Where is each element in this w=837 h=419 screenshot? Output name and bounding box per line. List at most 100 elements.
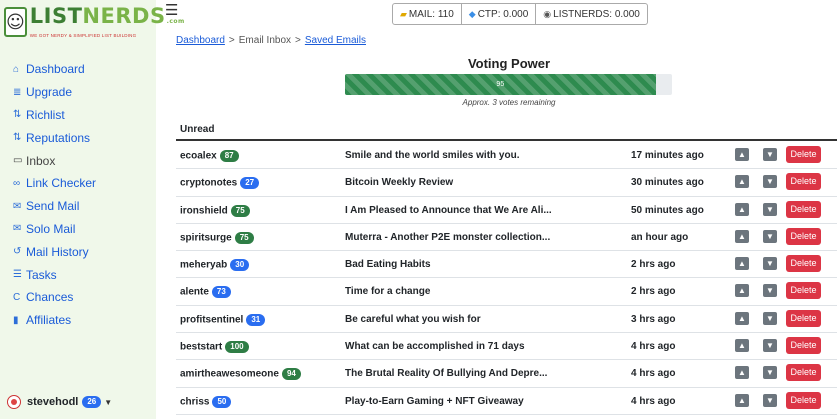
table-header: Unread: [176, 119, 837, 141]
downvote-arrow-icon[interactable]: ▼: [763, 175, 777, 189]
delete-button[interactable]: Delete: [786, 391, 821, 409]
email-subject[interactable]: Bitcoin Weekly Review: [345, 177, 453, 188]
sidebar-item-chances[interactable]: C Chances: [13, 286, 96, 309]
downvote-arrow-icon[interactable]: ▼: [763, 311, 777, 325]
sender-badge: 27: [240, 177, 260, 190]
email-time: 4 hrs ago: [631, 368, 676, 380]
envelope-icon: ✉: [13, 200, 22, 212]
upvote-arrow-icon[interactable]: ▲: [735, 229, 749, 243]
upvote-arrow-icon[interactable]: ▲: [735, 257, 749, 271]
downvote-arrow-icon[interactable]: ▼: [763, 148, 777, 161]
sidebar-item-link-checker[interactable]: ∞ Link Checker: [13, 172, 96, 195]
sidebar-item-affiliates[interactable]: ▮ Affiliates: [13, 309, 96, 332]
breadcrumb-dashboard[interactable]: Dashboard: [176, 35, 225, 46]
nerd-face-icon: ☺: [4, 7, 27, 37]
breadcrumb-current: Email Inbox: [238, 35, 292, 46]
sidebar-item-dashboard[interactable]: ⌂ Dashboard: [13, 58, 96, 81]
avatar: [7, 395, 21, 409]
sender-name: ecoalex: [180, 150, 217, 162]
table-row: cryptonotes 27 Bitcoin Weekly Review 30 min…: [176, 169, 837, 197]
inbox-icon: ▭: [13, 155, 23, 167]
sender-badge: 50: [212, 395, 232, 408]
upvote-arrow-icon[interactable]: ▲: [735, 393, 749, 407]
sidebar-item-label: Richlist: [26, 107, 65, 122]
sidebar-item-upgrade[interactable]: ≣ Upgrade: [13, 81, 96, 104]
delete-button[interactable]: Delete: [786, 309, 821, 327]
downvote-arrow-icon[interactable]: ▼: [763, 284, 777, 298]
sender-cell: meheryab 30: [180, 259, 250, 272]
downvote-arrow-icon[interactable]: ▼: [763, 229, 777, 243]
history-icon: ↺: [13, 246, 22, 258]
table-row: ecoalex 87 Smile and the world smiles with…: [176, 142, 837, 170]
upvote-arrow-icon[interactable]: ▲: [735, 339, 749, 353]
email-subject[interactable]: Be careful what you wish for: [345, 314, 481, 325]
sidebar-item-inbox[interactable]: ▭ Inbox: [13, 149, 96, 172]
email-subject[interactable]: Smile and the world smiles with you.: [345, 150, 519, 161]
delete-button[interactable]: Delete: [786, 227, 821, 245]
sidebar-item-send-mail[interactable]: ✉ Send Mail: [13, 195, 96, 218]
delete-button[interactable]: Delete: [786, 282, 821, 300]
upvote-arrow-icon[interactable]: ▲: [735, 284, 749, 298]
sender-badge: 100: [225, 341, 249, 354]
ctp-counter: ◆ CTP: 0.000: [462, 4, 537, 24]
email-time: 17 minutes ago: [631, 150, 704, 161]
sidebar-item-solo-mail[interactable]: ✉ Solo Mail: [13, 218, 96, 241]
sort-icon: ⇅: [13, 109, 22, 121]
sidebar-item-mail-history[interactable]: ↺ Mail History: [13, 240, 96, 263]
upvote-arrow-icon[interactable]: ▲: [735, 148, 749, 161]
breadcrumb-saved-emails[interactable]: Saved Emails: [305, 35, 366, 46]
email-subject[interactable]: Play-to-Earn Gaming + NFT Giveaway: [345, 396, 524, 407]
voting-power-note: Approx. 3 votes remaining: [462, 98, 556, 107]
envelope-icon: ✉: [13, 223, 22, 235]
email-subject[interactable]: Bad Eating Habits: [345, 259, 431, 270]
sender-name: spiritsurge: [180, 232, 232, 244]
downvote-arrow-icon[interactable]: ▼: [763, 393, 777, 407]
sidebar-item-label: Affiliates: [26, 313, 72, 328]
listnerds-coin-icon: ◉: [543, 9, 552, 19]
sidebar-item-richlist[interactable]: ⇅ Richlist: [13, 104, 96, 127]
sender-badge: 75: [230, 204, 250, 217]
layers-icon: ≣: [13, 86, 22, 98]
downvote-arrow-icon[interactable]: ▼: [763, 339, 777, 353]
sidebar-item-tasks[interactable]: ☰ Tasks: [13, 263, 96, 286]
signal-icon: ▮: [13, 314, 19, 326]
caret-down-icon[interactable]: ▼: [104, 398, 112, 407]
sender-cell: alente 73: [180, 286, 231, 299]
sender-name: meheryab: [180, 259, 228, 271]
downvote-arrow-icon[interactable]: ▼: [763, 366, 777, 380]
email-time: an hour ago: [631, 231, 689, 243]
downvote-arrow-icon[interactable]: ▼: [763, 202, 777, 216]
sidebar-item-label: Solo Mail: [26, 221, 76, 236]
delete-button[interactable]: Delete: [786, 255, 821, 273]
sender-badge: 73: [211, 286, 231, 299]
user-menu[interactable]: stevehodl 26 ▼: [7, 395, 112, 409]
upvote-arrow-icon[interactable]: ▲: [735, 175, 749, 189]
sidebar-item-label: Dashboard: [26, 62, 85, 77]
sender-cell: ironshield 75: [180, 204, 250, 217]
downvote-arrow-icon[interactable]: ▼: [763, 257, 777, 271]
email-subject[interactable]: Muterra - Another P2E monster collection…: [345, 232, 550, 243]
sidebar-item-label: Chances: [26, 290, 74, 305]
listnerds-logo[interactable]: ☺ LISTNERDS.com WE GOT NERDY & SIMPLIFIE…: [4, 5, 184, 39]
email-subject[interactable]: The Brutal Reality Of Bullying And Depre…: [345, 368, 547, 379]
email-subject[interactable]: What can be accomplished in 71 days: [345, 341, 525, 352]
delete-button[interactable]: Delete: [786, 337, 821, 355]
voting-power-fill: 95: [345, 74, 656, 95]
email-subject[interactable]: Time for a change: [345, 286, 430, 297]
sender-name: beststart: [180, 341, 223, 353]
upvote-arrow-icon[interactable]: ▲: [735, 311, 749, 325]
delete-button[interactable]: Delete: [786, 200, 821, 218]
upvote-arrow-icon[interactable]: ▲: [735, 202, 749, 216]
email-subject[interactable]: I Am Pleased to Announce that We Are Ali…: [345, 205, 552, 216]
hamburger-menu-icon[interactable]: ☰: [165, 3, 178, 18]
tasks-icon: ☰: [13, 269, 22, 281]
sidebar-item-reputations[interactable]: ⇅ Reputations: [13, 126, 96, 149]
upvote-arrow-icon[interactable]: ▲: [735, 366, 749, 380]
table-row: profitsentinel 31 Be careful what you wish…: [176, 306, 837, 334]
sender-cell: chriss 50: [180, 395, 232, 408]
delete-button[interactable]: Delete: [786, 173, 821, 191]
mail-counter: ▰ MAIL: 110: [393, 4, 462, 24]
delete-button[interactable]: Delete: [786, 146, 821, 163]
sender-cell: ecoalex 87: [180, 150, 239, 162]
delete-button[interactable]: Delete: [786, 364, 821, 382]
